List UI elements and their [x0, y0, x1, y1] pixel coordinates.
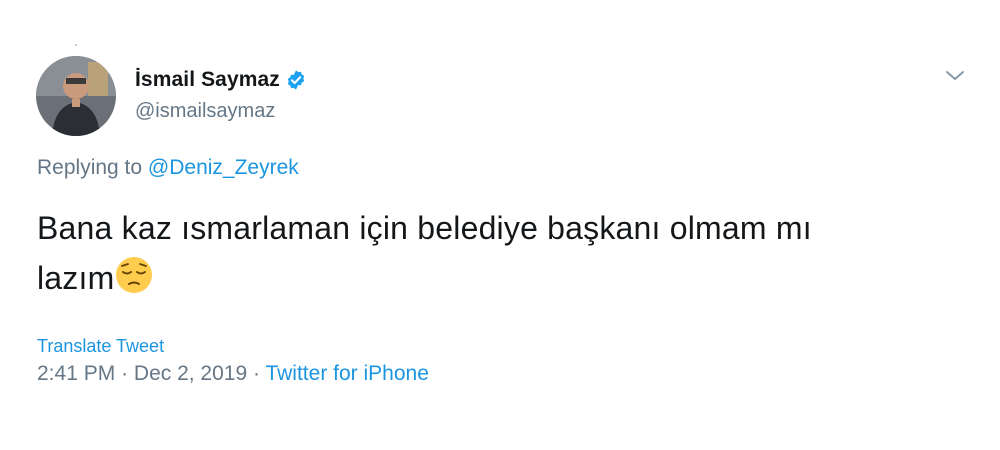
replying-to-label: Replying to	[37, 156, 143, 179]
tweet-time[interactable]: 2:41 PM	[37, 362, 115, 385]
tweet-source-link[interactable]: Twitter for iPhone	[265, 362, 428, 385]
decorative-dot	[75, 44, 77, 46]
tweet-text-line-2-text: lazım	[37, 260, 115, 296]
meta-separator-2: ·	[253, 362, 260, 385]
tweet-text-line-1: Bana kaz ısmarlaman için belediye başkan…	[37, 210, 812, 246]
meta-separator-1: ·	[121, 362, 129, 385]
replying-to-line: Replying to @Deniz_Zeyrek	[37, 156, 299, 180]
tweet-text-line-2: lazım	[37, 253, 957, 303]
author-display-name[interactable]: İsmail Saymaz	[135, 68, 280, 92]
tweet-meta: 2:41 PM · Dec 2, 2019 · Twitter for iPho…	[37, 362, 429, 386]
avatar[interactable]	[36, 56, 116, 136]
pensive-face-emoji	[114, 255, 154, 295]
tweet-card: İsmail Saymaz @ismailsaymaz Replying to …	[0, 0, 1000, 450]
translate-tweet-link[interactable]: Translate Tweet	[37, 336, 164, 357]
verified-badge-icon	[285, 69, 307, 91]
tweet-text: Bana kaz ısmarlaman için belediye başkan…	[37, 203, 957, 303]
tweet-date[interactable]: Dec 2, 2019	[134, 362, 247, 385]
author-handle[interactable]: @ismailsaymaz	[135, 100, 275, 123]
chevron-down-icon[interactable]	[944, 68, 966, 84]
reply-mention-link[interactable]: @Deniz_Zeyrek	[148, 156, 299, 179]
author-name-row[interactable]: İsmail Saymaz	[135, 66, 307, 94]
